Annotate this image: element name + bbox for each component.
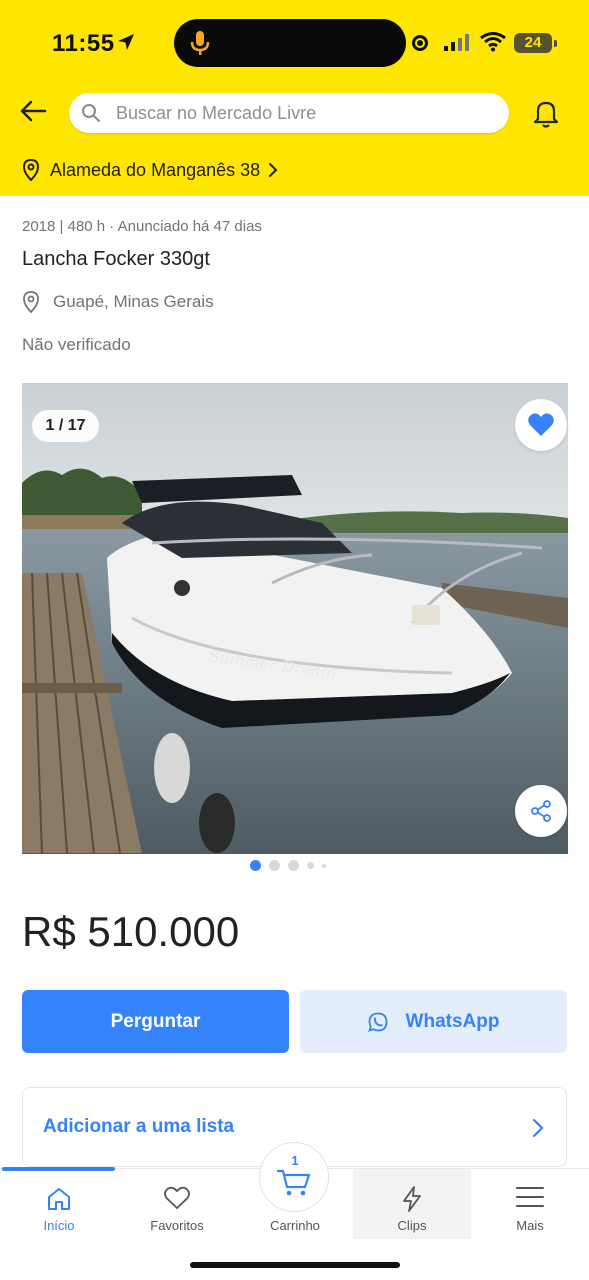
battery-icon: 24 [514,33,557,53]
chevron-right-icon [269,163,278,177]
nav-label: Favoritos [150,1218,204,1233]
search-placeholder: Buscar no Mercado Livre [116,103,317,123]
address-text: Alameda do Manganês 38 [50,159,261,180]
home-indicator [190,1262,400,1268]
nav-item-inicio[interactable]: Início [0,1169,118,1239]
location-pin-icon [23,291,39,314]
pagination-dot-active [250,860,261,871]
header: 11:55 24 Buscar no Mercado Livre Alameda… [0,0,589,196]
microphone-icon [190,31,210,55]
nav-item-mais[interactable]: Mais [471,1169,589,1239]
back-button[interactable] [18,96,48,126]
nav-label: Clips [397,1218,427,1233]
notifications-button[interactable] [530,97,562,134]
menu-icon [516,1187,544,1207]
location-arrow-icon [118,34,134,50]
photo-counter: 1 / 17 [32,410,99,442]
pagination-dot [322,863,326,868]
share-button[interactable] [515,785,567,837]
arrow-left-icon [20,100,47,122]
delivery-address[interactable]: Alameda do Manganês 38 [22,158,278,182]
nav-label: Início [43,1218,75,1233]
pagination-dot [269,860,280,871]
listing-location: Guapé, Minas Gerais [22,290,214,314]
pagination-dot [288,860,299,871]
home-icon [48,1188,70,1210]
signal-icon [444,34,469,51]
location-text: Guapé, Minas Gerais [53,292,214,311]
verification-status: Não verificado [22,335,131,354]
ask-button-label: Perguntar [110,1010,201,1032]
share-icon [531,800,551,822]
cart-icon [276,1169,311,1196]
photo-pagination [250,860,334,871]
ask-button[interactable]: Perguntar [22,990,289,1053]
listing-price: R$ 510.000 [22,908,240,955]
heart-icon [164,1186,190,1210]
search-input[interactable]: Buscar no Mercado Livre [69,93,509,133]
nav-label: Carrinho [270,1218,320,1233]
cart-count-badge: 1 [291,1153,299,1168]
search-icon [82,104,100,122]
listing-meta: 2018 | 480 h · Anunciado há 47 dias [22,218,262,235]
whatsapp-icon [367,1012,387,1032]
boat-photo: Summer Dream [22,383,568,854]
status-time: 11:55 [52,30,115,57]
whatsapp-button-label: WhatsApp [405,1010,500,1032]
chevron-right-icon [532,1118,544,1138]
nav-label: Mais [516,1218,544,1233]
whatsapp-button[interactable]: WhatsApp [300,990,567,1053]
battery-level: 24 [524,34,542,51]
pagination-dot [307,862,314,869]
status-bar: 11:55 24 [0,0,589,88]
heart-filled-icon [528,413,554,436]
favorite-button[interactable] [515,399,567,451]
cart-button[interactable]: 1 [259,1142,329,1212]
wifi-icon [480,32,506,52]
nav-item-clips[interactable]: Clips [353,1169,471,1239]
listing-photo[interactable]: Summer Dream [22,383,568,854]
lightning-icon [403,1186,421,1212]
listing-title: Lancha Focker 330gt [22,248,210,270]
add-to-list-label: Adicionar a uma lista [43,1116,235,1137]
nav-item-favoritos[interactable]: Favoritos [118,1169,236,1239]
recording-indicator-icon [412,35,428,51]
bell-icon [533,101,559,128]
location-pin-icon [22,158,40,182]
